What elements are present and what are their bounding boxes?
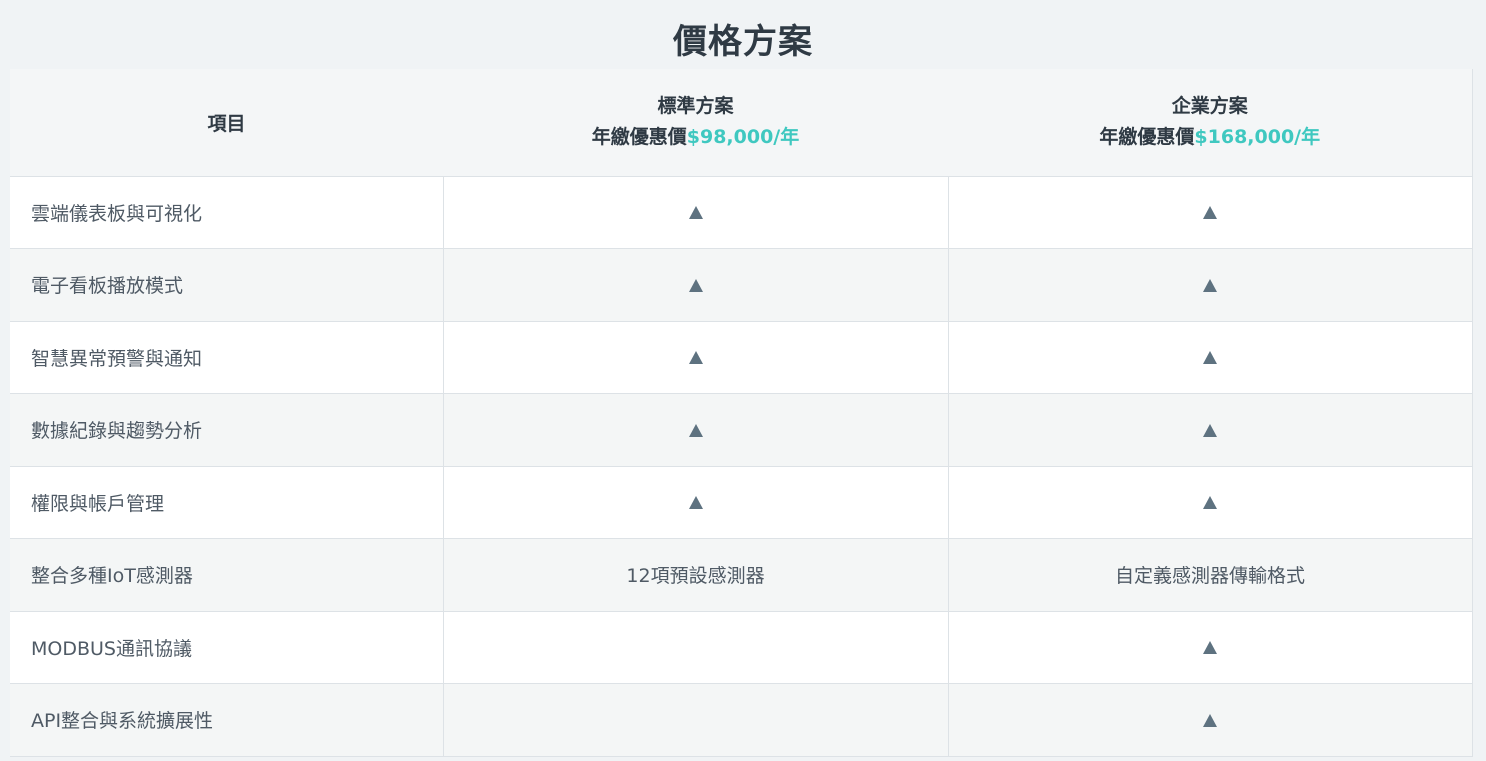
triangle-icon	[1203, 641, 1217, 655]
enterprise-plan-cell	[947, 466, 1473, 539]
enterprise-plan-cell	[947, 248, 1473, 322]
standard-plan-cell	[442, 611, 948, 684]
cell-text: 自定義感測器傳輸格式	[1114, 565, 1305, 588]
standard-plan-cell	[442, 393, 948, 467]
feature-label: 智慧異常預警與通知	[10, 321, 443, 394]
triangle-icon	[1203, 206, 1217, 220]
triangle-icon	[1203, 496, 1217, 510]
feature-label: 數據紀錄與趨勢分析	[10, 393, 443, 467]
triangle-icon	[688, 206, 703, 220]
feature-label: 雲端儀表板與可視化	[10, 176, 443, 249]
triangle-icon	[688, 278, 703, 292]
plan-price: $168,000/年	[1194, 126, 1321, 149]
table-row: API整合與系統擴展性	[10, 683, 1473, 757]
plan-name: 標準方案	[657, 95, 734, 118]
enterprise-plan-cell	[947, 321, 1473, 394]
table-row: 整合多種IoT感測器 12項預設感測器 自定義感測器傳輸格式	[10, 538, 1473, 612]
feature-label: 電子看板播放模式	[10, 248, 443, 322]
feature-label: MODBUS通訊協議	[10, 611, 443, 684]
pricing-table: 項目 標準方案 年繳優惠價$98,000/年 企業方案 年繳優惠價$168,00…	[10, 69, 1473, 757]
triangle-icon	[1203, 713, 1217, 727]
cell-text: 12項預設感測器	[626, 565, 765, 588]
enterprise-plan-cell	[947, 683, 1473, 757]
plan-price: $98,000/年	[686, 126, 800, 149]
triangle-icon	[688, 423, 703, 437]
standard-plan-cell	[442, 466, 948, 539]
standard-plan-cell	[442, 321, 948, 394]
triangle-icon	[1203, 278, 1217, 292]
column-header-enterprise-plan: 企業方案 年繳優惠價$168,000/年	[948, 69, 1473, 177]
triangle-icon	[688, 496, 703, 510]
enterprise-plan-cell	[947, 393, 1473, 467]
enterprise-plan-cell	[947, 611, 1473, 684]
column-header-item: 項目	[10, 69, 443, 177]
triangle-icon	[1203, 423, 1217, 437]
page-title: 價格方案	[673, 21, 813, 62]
table-row: 數據紀錄與趨勢分析	[10, 393, 1473, 467]
table-header-row: 項目 標準方案 年繳優惠價$98,000/年 企業方案 年繳優惠價$168,00…	[10, 69, 1473, 177]
feature-label: API整合與系統擴展性	[10, 683, 443, 757]
price-prefix: 年繳優惠價	[591, 126, 687, 149]
triangle-icon	[1203, 351, 1217, 365]
standard-plan-cell	[442, 683, 948, 757]
standard-plan-cell	[442, 176, 948, 249]
plan-price-line: 年繳優惠價$168,000/年	[948, 121, 1472, 153]
feature-label: 權限與帳戶管理	[10, 466, 443, 539]
enterprise-plan-cell	[947, 176, 1473, 249]
column-header-standard-plan: 標準方案 年繳優惠價$98,000/年	[443, 69, 948, 177]
standard-plan-cell	[442, 248, 948, 322]
table-row: 電子看板播放模式	[10, 248, 1473, 322]
table-body: 雲端儀表板與可視化 電子看板播放模式 智慧異常預警與通知 數據紀錄與趨勢分析 權限與帳戶…	[10, 176, 1473, 757]
standard-plan-cell: 12項預設感測器	[442, 538, 948, 612]
table-row: MODBUS通訊協議	[10, 611, 1473, 684]
enterprise-plan-cell: 自定義感測器傳輸格式	[947, 538, 1473, 612]
price-prefix: 年繳優惠價	[1099, 126, 1195, 149]
table-row: 權限與帳戶管理	[10, 466, 1473, 539]
feature-label: 整合多種IoT感測器	[10, 538, 443, 612]
table-row: 智慧異常預警與通知	[10, 321, 1473, 394]
triangle-icon	[688, 351, 703, 365]
plan-price-line: 年繳優惠價$98,000/年	[443, 121, 948, 153]
table-row: 雲端儀表板與可視化	[10, 176, 1473, 249]
plan-name: 企業方案	[1171, 95, 1248, 118]
